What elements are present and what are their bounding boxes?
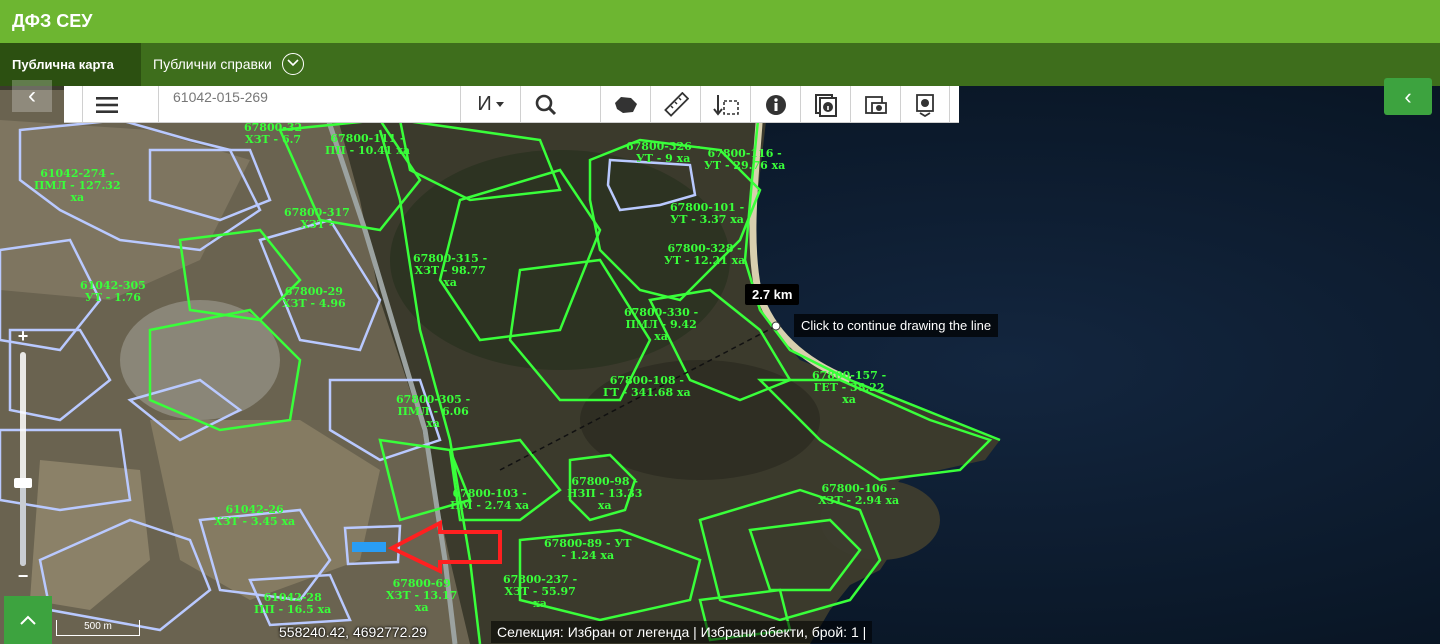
select-mode-label: И [477,93,492,115]
parcel-label[interactable]: 67800-328 - УТ - 12.21 ха [664,243,745,267]
parcel-label[interactable]: 61042-305 УТ - 1.76 [80,280,146,304]
measure-area-button[interactable] [700,86,750,123]
menu-button[interactable] [82,86,130,123]
parcel-label[interactable]: 67800-111 - ПП - 10.41 ха [325,133,410,157]
parcel-label[interactable]: 67800-29 ХЗТ - 4.96 [282,286,346,310]
print-icon [864,95,887,114]
measure-distance-button[interactable] [650,86,700,123]
parcel-labels: 61042-274 - ПМЛ - 127.32 ха 67800-32 ХЗТ - … [0,86,1440,644]
caret-down-icon [495,101,504,107]
parcel-label[interactable]: 67800-32 ХЗТ - 6.7 [244,122,302,146]
parcel-label[interactable]: 61042-274 - ПМЛ - 127.32 ха [34,168,121,204]
zoom-out-button[interactable]: − [12,566,34,588]
map-canvas[interactable]: 61042-274 - ПМЛ - 127.32 ха 67800-32 ХЗТ - … [0,86,1440,644]
parcel-label[interactable]: 67800-89 - УТ - 1.24 ха [544,538,631,562]
parcel-label[interactable]: 67800-98 - НЗП - 13.33 ха [567,476,642,512]
cursor-coordinates: 558240.42, 4692772.29 [279,624,427,640]
measure-hint-tooltip: Click to continue drawing the line [794,314,999,337]
app-title-bar: ДФЗ СЕУ [0,0,1440,43]
layers-info-icon [814,93,837,117]
parcel-label[interactable]: 67800-315 - ХЗТ - 98.77 ха [413,253,487,289]
chevron-down-icon[interactable] [281,53,304,76]
parcel-label[interactable]: 61042-26 ХЗТ - 3.45 ха [214,504,295,528]
layers-info-button[interactable] [800,86,850,123]
parcel-label[interactable]: 67800-326 - УТ - 9 ха [626,141,700,165]
parcel-label[interactable]: 67800-157 - ГЕТ - 38.22 ха [812,370,886,406]
chevron-left-icon: ‹ [28,82,36,109]
map-app: 61042-274 - ПМЛ - 127.32 ха 67800-32 ХЗТ - … [0,0,1440,644]
ruler-icon [663,91,689,117]
tab-public-reports-label: Публични справки [153,56,272,72]
parcel-label[interactable]: 67800-116 - УТ - 29.76 ха [704,148,785,172]
info-icon [765,94,786,115]
polygon-draw-icon [614,96,637,113]
search-button[interactable] [520,86,570,123]
right-panel-toggle-button[interactable]: ‹ [1384,78,1432,115]
tab-public-reports[interactable]: Публични справки [141,43,316,86]
search-icon [535,94,556,115]
export-icon [916,93,934,117]
print-button[interactable] [850,86,900,123]
parcel-label[interactable]: 67800-103 - ПМ - 2.74 ха [450,488,529,512]
scale-label: 500 m [84,621,112,632]
zoom-slider-fill [20,480,26,566]
selection-status: Селекция: Избран от легенда | Избрани об… [491,621,873,643]
app-title: ДФЗ СЕУ [12,11,93,31]
search-input-value: 61042-015-269 [173,89,268,105]
chevron-left-icon: ‹ [1404,83,1412,109]
parcel-label[interactable]: 61042-28 ПП - 16.5 ха [254,592,331,616]
parcel-label[interactable]: 67800-317 ХЗТ - [284,207,350,231]
parcel-label[interactable]: 67800-101 - УТ - 3.37 ха [670,202,744,226]
parcel-label[interactable]: 67800-237 - ХЗТ - 55.97 ха [503,574,577,610]
scale-bar: 500 m [56,620,140,636]
parcel-label[interactable]: 67800-69 ХЗТ - 13.17 ха [386,578,457,614]
parcel-label[interactable]: 67800-106 - ХЗТ - 2.94 ха [818,483,899,507]
parcel-label[interactable]: 67800-305 - ПМЛ - 6.06 ха [396,394,470,430]
expand-panel-button[interactable] [4,596,52,644]
distance-label: 2.7 km [745,284,800,305]
select-mode-dropdown[interactable]: И [460,86,520,123]
nav-bar: Публична карта Публични справки [0,43,1440,86]
parcel-label[interactable]: 67800-330 - ПМЛ - 9.42 ха [624,307,698,343]
info-button[interactable] [750,86,800,123]
zoom-slider-thumb[interactable] [14,478,32,488]
parcel-label[interactable]: 67800-108 - ГТ - 341.68 ха [603,375,691,399]
search-input[interactable]: 61042-015-269 [158,86,460,123]
panel-collapse-button[interactable]: ‹ [12,80,52,112]
zoom-in-button[interactable]: + [12,326,34,348]
draw-polygon-button[interactable] [600,86,650,123]
map-toolbar: 61042-015-269 И [64,86,959,123]
menu-icon [95,96,118,113]
chevron-up-icon [20,615,36,625]
measure-area-icon [712,94,739,116]
export-button[interactable] [900,86,950,123]
